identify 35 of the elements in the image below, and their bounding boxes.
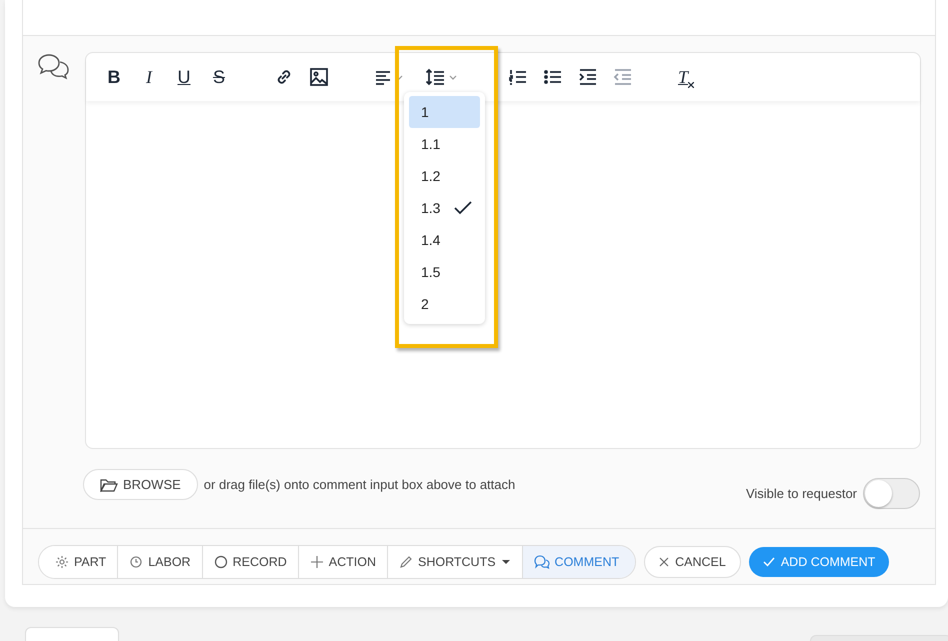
- close-icon: [659, 557, 670, 567]
- check-icon: [762, 557, 775, 567]
- gear-icon: [55, 555, 69, 569]
- menu-item[interactable]: 2: [409, 288, 480, 320]
- menu-item[interactable]: 1.4: [409, 224, 480, 256]
- bullet-list-icon[interactable]: [543, 67, 563, 87]
- action-button[interactable]: PART: [39, 546, 118, 578]
- attach-hint: or drag file(s) onto comment input box above to attach: [204, 476, 516, 492]
- chat-icon: [534, 555, 550, 569]
- cancel-button[interactable]: CANCEL: [644, 546, 741, 578]
- format-button[interactable]: B: [104, 66, 124, 88]
- menu-item[interactable]: 1.5: [409, 256, 480, 288]
- circle-icon: [214, 555, 228, 569]
- plus-icon: [310, 555, 324, 569]
- indent-icon[interactable]: [578, 67, 598, 87]
- menu-item[interactable]: 1.2: [409, 160, 480, 192]
- browse-button[interactable]: BROWSE: [83, 469, 198, 500]
- menu-item[interactable]: 1: [409, 96, 480, 128]
- image-icon[interactable]: [309, 67, 329, 87]
- format-button[interactable]: S: [209, 66, 229, 88]
- clear-format-button[interactable]: T: [678, 66, 694, 88]
- folder-icon: [100, 478, 118, 492]
- visibility-toggle[interactable]: [863, 478, 920, 509]
- numbered-list-icon[interactable]: [508, 67, 528, 87]
- toggle-label: Visible to requestor: [746, 486, 857, 501]
- close-icon: [688, 82, 694, 88]
- menu-item[interactable]: 1.1: [409, 128, 480, 160]
- caret-icon: [500, 559, 511, 565]
- pencil-icon: [398, 555, 413, 569]
- menu-item[interactable]: 1.3: [409, 192, 480, 224]
- action-button[interactable]: COMMENT: [522, 546, 636, 578]
- format-button[interactable]: U: [174, 66, 194, 88]
- outdent-icon: [613, 67, 633, 87]
- clock-icon: [129, 555, 144, 569]
- format-button[interactable]: I: [139, 66, 159, 88]
